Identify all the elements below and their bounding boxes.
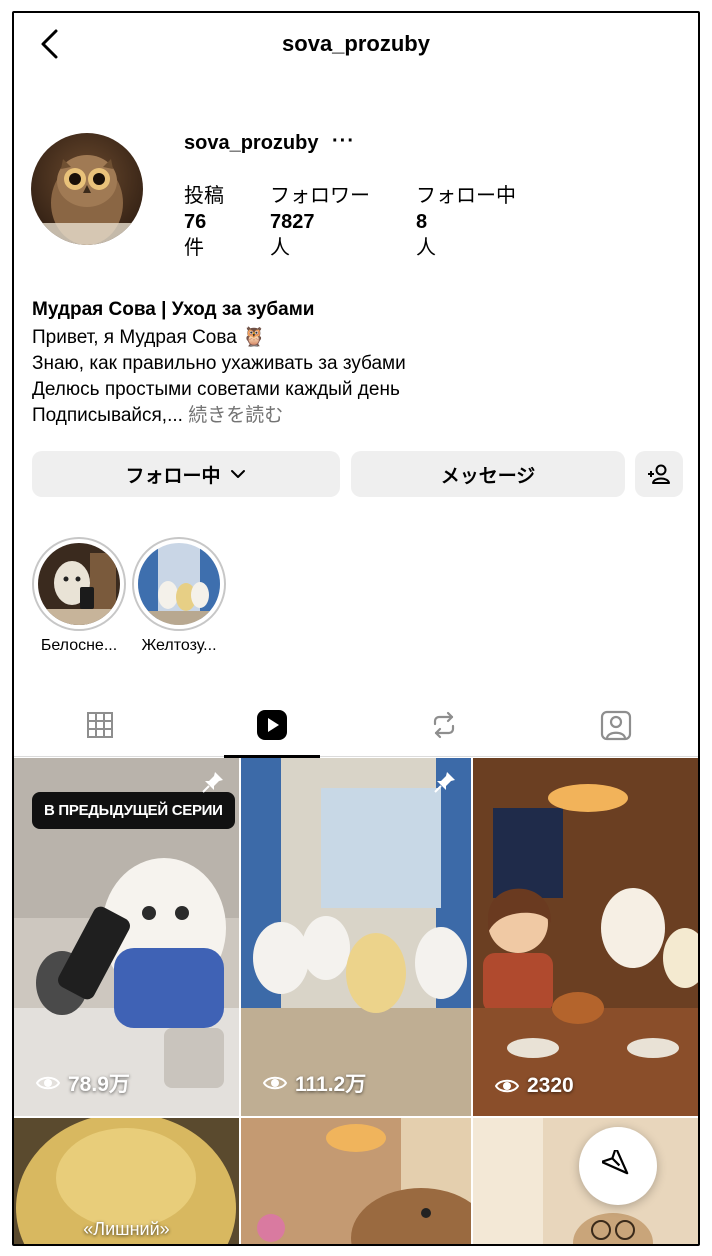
tagged-person-icon <box>600 710 632 741</box>
stat-posts[interactable]: 投稿 76 件 <box>184 183 224 261</box>
page-title: sova_prozuby <box>282 31 430 56</box>
stat-unit: 人 <box>270 237 290 259</box>
stat-unit: 件 <box>184 237 204 259</box>
bio-line: Подписывайся,... 続きを読む <box>32 403 682 429</box>
following-button[interactable]: フォロー中 <box>32 451 340 497</box>
top-bar: sova_prozuby <box>14 13 698 73</box>
highlight-item[interactable]: Белосне... <box>32 537 126 655</box>
reel-caption: «Лишний» <box>83 1219 170 1239</box>
view-count-value: 111.2万 <box>295 1073 367 1096</box>
reel-image <box>241 758 471 1116</box>
tab-reposts[interactable] <box>358 693 530 757</box>
read-more-link[interactable]: 続きを読む <box>188 405 283 426</box>
reel-thumbnail[interactable]: 2320 <box>473 758 698 1116</box>
pin-icon <box>434 772 455 793</box>
reel-thumbnail[interactable]: 111.2万 <box>241 758 471 1116</box>
stat-followers[interactable]: フォロワー 7827 人 <box>270 183 370 261</box>
pin-icon <box>202 772 223 793</box>
stat-label: 投稿 <box>184 185 224 207</box>
stat-value: 7827 <box>270 211 315 233</box>
more-options-icon[interactable]: ··· <box>332 130 355 153</box>
highlight-label: Желтозу... <box>141 637 217 654</box>
highlight-item[interactable]: Желтозу... <box>132 537 226 655</box>
highlight-ring <box>132 537 226 631</box>
reel-thumbnail[interactable]: В ПРЕДЫДУЩЕЙ СЕРИИ 78.9万 <box>14 758 239 1116</box>
tab-grid[interactable] <box>14 693 186 757</box>
stat-label: フォロー中 <box>416 185 516 207</box>
stat-value: 76 <box>184 211 207 233</box>
reel-thumbnail[interactable] <box>241 1118 471 1244</box>
highlight-cover <box>138 543 220 625</box>
send-message-button[interactable] <box>579 1127 657 1205</box>
bio-line: Знаю, как правильно ухаживать за зубами <box>32 353 406 374</box>
highlight-cover <box>38 543 120 625</box>
message-button[interactable]: メッセージ <box>351 451 625 497</box>
add-person-icon <box>648 464 670 484</box>
stat-label: フォロワー <box>270 185 370 207</box>
profile-username: sova_prozuby <box>184 132 319 154</box>
following-label: フォロー中 <box>125 465 221 487</box>
profile-avatar[interactable] <box>31 133 143 245</box>
view-count-value: 2320 <box>527 1074 574 1097</box>
bio-line: Привет, я Мудрая Сова 🦉 <box>32 327 266 348</box>
bio-last-line: Подписывайся,... <box>32 405 183 426</box>
view-count: 78.9万 <box>36 1068 130 1098</box>
profile-tabs <box>14 693 698 758</box>
profile-bio: Мудрая Сова | Уход за зубами Привет, я М… <box>32 297 682 429</box>
repost-icon <box>433 711 455 739</box>
reels-icon <box>257 710 287 740</box>
message-label: メッセージ <box>440 465 536 487</box>
tab-reels[interactable] <box>186 693 358 758</box>
grid-icon <box>87 712 113 738</box>
suggest-user-button[interactable] <box>635 451 683 497</box>
reel-thumbnail[interactable]: «Лишний» <box>14 1118 239 1244</box>
stat-value: 8 <box>416 211 428 233</box>
highlight-label: Белосне... <box>40 637 118 654</box>
reel-badge: В ПРЕДЫДУЩЕЙ СЕРИИ <box>32 792 235 829</box>
reel-image <box>473 758 698 1116</box>
view-count-value: 78.9万 <box>68 1073 130 1096</box>
reel-image <box>241 1118 471 1244</box>
eye-icon <box>36 1076 60 1090</box>
tab-tagged[interactable] <box>530 693 698 757</box>
eye-icon <box>495 1079 519 1093</box>
app-frame: sova_prozuby sova_prozuby ··· 投稿 76 件 フォ… <box>12 11 700 1246</box>
bio-line: Делюсь простыми советами каждый день <box>32 379 400 400</box>
stat-unit: 人 <box>416 237 436 259</box>
paper-plane-icon <box>602 1150 629 1175</box>
eye-icon <box>263 1076 287 1090</box>
view-count: 2320 <box>495 1074 574 1098</box>
chevron-down-icon <box>230 470 245 478</box>
stat-following[interactable]: フォロー中 8 人 <box>416 183 516 261</box>
bio-name: Мудрая Сова | Уход за зубами <box>32 299 315 320</box>
highlight-ring <box>32 537 126 631</box>
view-count: 111.2万 <box>263 1068 366 1098</box>
